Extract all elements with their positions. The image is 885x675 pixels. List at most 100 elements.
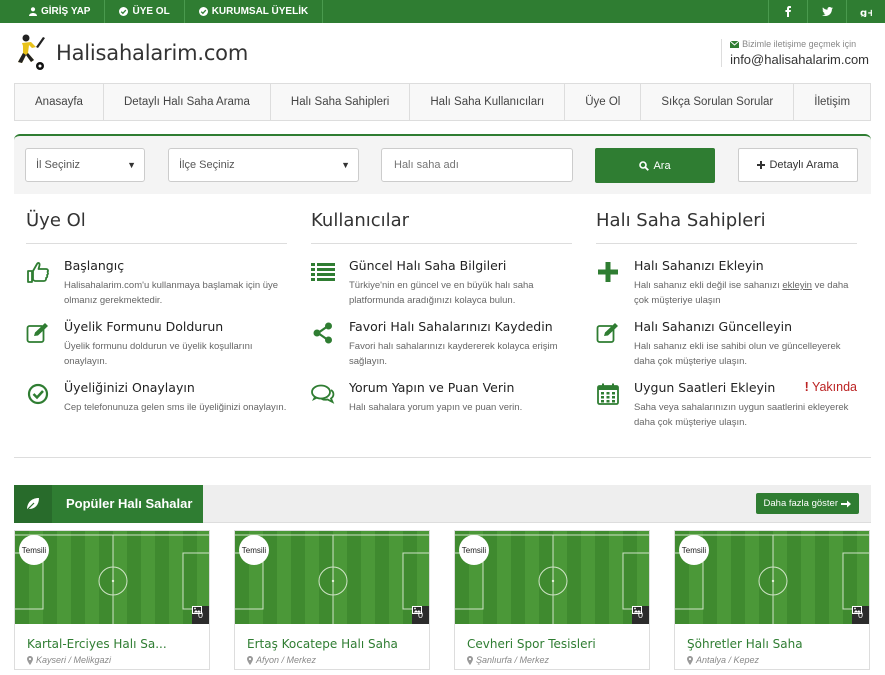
photo-count: 0	[411, 606, 429, 624]
detailed-search-button[interactable]: Detaylı Arama	[738, 148, 858, 182]
nav-field-owners[interactable]: Halı Saha Sahipleri	[271, 84, 411, 120]
field-location: Afyon / Merkez	[247, 655, 429, 665]
feature-text: Halisahalarim.com'u kullanmaya başlamak …	[64, 280, 279, 306]
image-icon	[411, 606, 422, 614]
comments-icon	[311, 382, 335, 406]
google-plus-link[interactable]: g+	[846, 0, 885, 23]
contact-email[interactable]: info@halisahalarim.com	[730, 52, 869, 67]
show-more-button[interactable]: Daha fazla göster	[755, 493, 859, 514]
share-icon	[311, 321, 335, 345]
feature-text: Saha veya sahalarınızın uygun saatlerini…	[634, 402, 849, 428]
field-card[interactable]: Temsili 0 Şöhretler Halı Saha Antalya / Kep…	[674, 530, 870, 670]
field-location-text: Şanlıurfa / Merkez	[476, 655, 550, 665]
caret-down-icon: ▼	[127, 160, 136, 170]
column-users: Kullanıcılar Güncel Halı Saha Bilgileri …	[299, 210, 584, 457]
svg-text:g+: g+	[860, 8, 872, 17]
representative-badge: Temsili	[19, 535, 49, 565]
field-image[interactable]: Temsili 0	[455, 531, 649, 624]
field-location-text: Afyon / Merkez	[256, 655, 317, 665]
feature-text: Cep telefonunuza gelen sms ile üyeliğini…	[64, 402, 287, 413]
coming-soon-label: Yakında	[812, 380, 857, 394]
field-name-input[interactable]	[381, 148, 573, 182]
field-location: Antalya / Kepez	[687, 655, 869, 665]
photo-count: 0	[191, 606, 209, 624]
feature-item: Yorum Yapın ve Puan Verin Halı sahalara …	[311, 380, 572, 415]
edit-icon	[596, 321, 620, 345]
nav-detailed-search[interactable]: Detaylı Halı Saha Arama	[104, 84, 271, 120]
field-location: Kayseri / Melikgazi	[27, 655, 209, 665]
field-card[interactable]: Temsili 0 Kartal-Erciyes Halı Sa... Kayseri…	[14, 530, 210, 670]
search-panel: İl Seçiniz ▼ İlçe Seçiniz ▼ Ara Detaylı …	[14, 134, 871, 194]
representative-badge: Temsili	[679, 535, 709, 565]
twitter-icon	[821, 7, 833, 16]
user-icon	[29, 7, 37, 16]
field-image[interactable]: Temsili 0	[675, 531, 869, 624]
corporate-link[interactable]: KURUMSAL ÜYELİK	[185, 0, 324, 23]
nav-field-users[interactable]: Halı Saha Kullanıcıları	[410, 84, 566, 120]
feature-text: Favori halı sahalarınızı kaydererek kola…	[349, 341, 558, 367]
image-icon	[191, 606, 202, 614]
city-select[interactable]: İl Seçiniz ▼	[25, 148, 145, 182]
field-location: Şanlıurfa / Merkez	[467, 655, 649, 665]
leaf-icon	[14, 484, 52, 523]
feature-text: Halı sahanız ekli değil ise sahanızı ekl…	[634, 278, 857, 308]
feature-item: Başlangıç Halisahalarim.com'u kullanmaya…	[26, 258, 287, 308]
field-cards: Temsili 0 Kartal-Erciyes Halı Sa... Kayseri…	[14, 530, 871, 670]
representative-badge: Temsili	[459, 535, 489, 565]
check-circle-icon	[198, 7, 208, 16]
column-title: Halı Saha Sahipleri	[596, 210, 857, 244]
coming-soon-badge: ! Yakında	[805, 380, 857, 394]
feature-text: Türkiye'nin en güncel ve en büyük halı s…	[349, 280, 534, 306]
feature-title: Başlangıç	[64, 258, 125, 273]
column-register: Üye Ol Başlangıç Halisahalarim.com'u kul…	[14, 210, 299, 457]
field-card[interactable]: Temsili 0 Cevheri Spor Tesisleri Şanlıurfa …	[454, 530, 650, 670]
calendar-icon	[596, 382, 620, 406]
nav-faq[interactable]: Sıkça Sorulan Sorular	[641, 84, 795, 120]
site-logo[interactable]: Halisahalarim.com	[14, 33, 248, 73]
feature-item: Üyelik Formunu Doldurun Üyelik formunu d…	[26, 319, 287, 369]
field-name[interactable]: Şöhretler Halı Saha	[687, 637, 869, 651]
login-link[interactable]: GİRİŞ YAP	[0, 0, 106, 23]
plus-icon	[757, 161, 766, 169]
add-field-link[interactable]: ekleyin	[782, 280, 812, 291]
city-select-value: İl Seçiniz	[36, 159, 81, 171]
feature-item: Uygun Saatleri Ekleyin Saha veya sahalar…	[596, 380, 857, 430]
feature-title: Üyelik Formunu Doldurun	[64, 319, 224, 334]
feature-text: Halı sahanız ekli ise sahibi olun ve gün…	[634, 341, 841, 367]
map-marker-icon	[467, 655, 473, 665]
popular-fields-label: Popüler Halı Sahalar	[66, 496, 193, 511]
soccer-player-logo-icon	[18, 34, 45, 70]
login-label: GİRİŞ YAP	[41, 6, 91, 17]
feature-title: Favori Halı Sahalarınızı Kaydedin	[349, 319, 553, 334]
register-link[interactable]: ÜYE OL	[105, 0, 185, 23]
corporate-label: KURUMSAL ÜYELİK	[211, 6, 309, 17]
register-label: ÜYE OL	[132, 6, 170, 17]
field-image[interactable]: Temsili 0	[15, 531, 209, 624]
nav-contact[interactable]: İletişim	[794, 84, 870, 120]
image-icon	[851, 606, 862, 614]
nav-register[interactable]: Üye Ol	[565, 84, 642, 120]
popular-fields-bar: Popüler Halı Sahalar Daha fazla göster	[14, 484, 871, 523]
field-card[interactable]: Temsili 0 Ertaş Kocatepe Halı Saha Afyon / …	[234, 530, 430, 670]
feature-title: Güncel Halı Saha Bilgileri	[349, 258, 507, 273]
detailed-search-label: Detaylı Arama	[769, 159, 839, 171]
arrow-right-icon	[841, 500, 851, 507]
twitter-link[interactable]	[807, 0, 846, 23]
field-name[interactable]: Ertaş Kocatepe Halı Saha	[247, 637, 429, 651]
feature-item: Üyeliğinizi Onaylayın Cep telefonunuza g…	[26, 380, 287, 415]
feature-columns: Üye Ol Başlangıç Halisahalarim.com'u kul…	[14, 194, 871, 458]
check-circle-icon	[119, 7, 129, 16]
feature-text-part: Halı sahanız ekli değil ise sahanızı	[634, 280, 783, 291]
edit-icon	[26, 321, 50, 345]
facebook-link[interactable]	[768, 0, 807, 23]
district-select[interactable]: İlçe Seçiniz ▼	[168, 148, 359, 182]
photo-count: 0	[631, 606, 649, 624]
district-select-value: İlçe Seçiniz	[179, 159, 235, 171]
field-name[interactable]: Kartal-Erciyes Halı Sa...	[27, 637, 209, 651]
field-image[interactable]: Temsili 0	[235, 531, 429, 624]
photo-count: 0	[851, 606, 869, 624]
contact-info: Bizimle iletişime geçmek için info@halis…	[721, 39, 869, 67]
search-button[interactable]: Ara	[595, 148, 715, 183]
nav-home[interactable]: Anasayfa	[15, 84, 104, 120]
field-name[interactable]: Cevheri Spor Tesisleri	[467, 637, 649, 651]
